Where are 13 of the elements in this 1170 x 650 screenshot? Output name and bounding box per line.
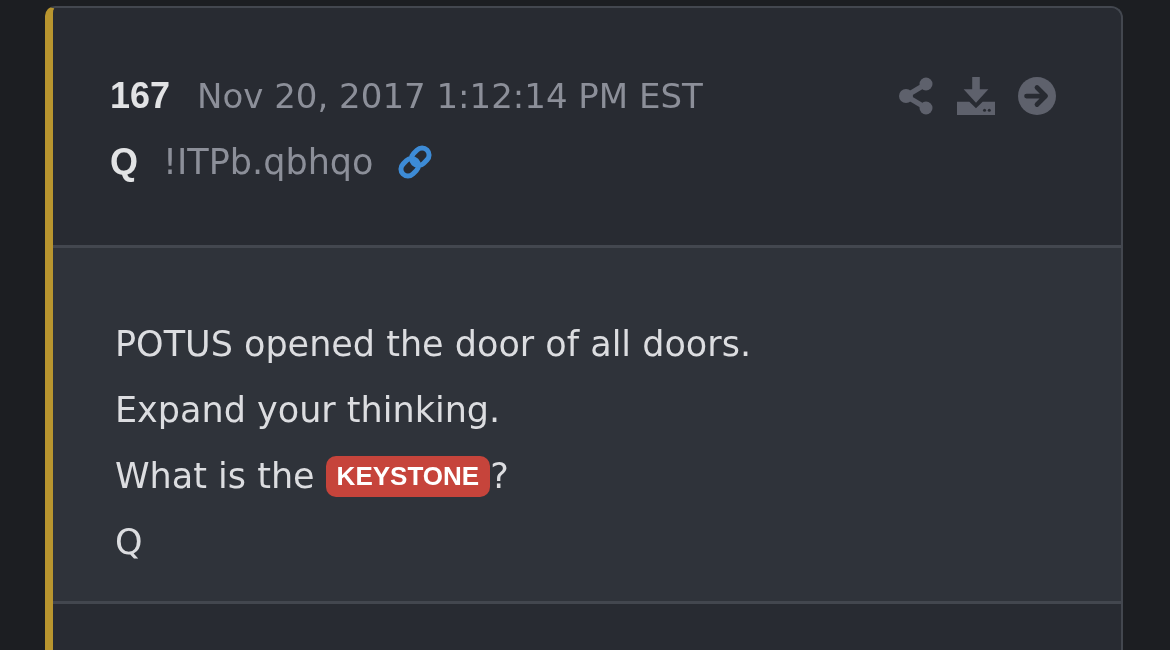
keyword-tag[interactable]: KEYSTONE	[325, 455, 491, 497]
tripcode: !ITPb.qbhqo	[163, 142, 374, 182]
post-text: Expand your thinking.	[115, 390, 501, 430]
post-number: 167	[110, 75, 171, 117]
post-text: POTUS opened the door of all doors.	[115, 324, 751, 364]
post-timestamp: Nov 20, 2017 1:12:14 PM EST	[197, 76, 703, 116]
post-text: What is the	[115, 456, 315, 496]
post-text: Q	[115, 522, 143, 562]
author-name: Q	[110, 141, 138, 183]
share-icon[interactable]	[898, 77, 934, 115]
post-text: ?	[490, 456, 509, 496]
arrow-circle-icon[interactable]	[1018, 77, 1056, 115]
download-icon[interactable]	[956, 77, 996, 115]
